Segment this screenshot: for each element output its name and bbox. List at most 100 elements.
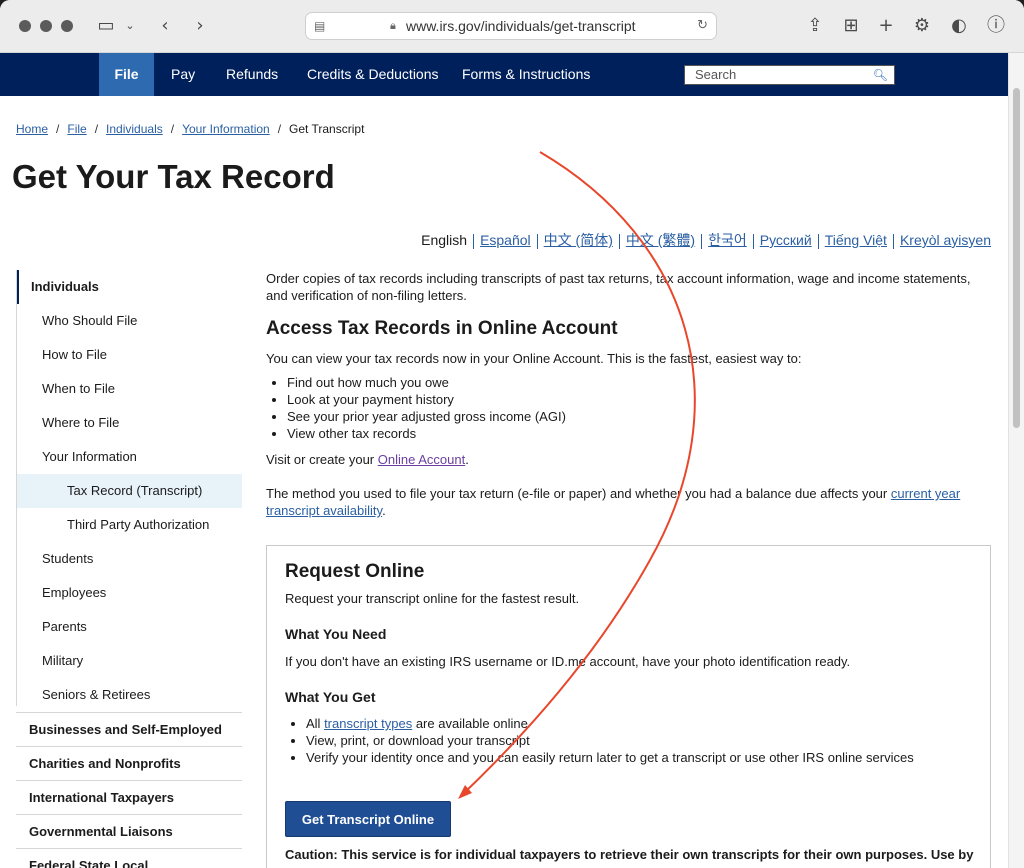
intro-text: Order copies of tax records including tr… [266, 271, 971, 303]
language-separator [817, 233, 819, 249]
sidebar-item-your-information[interactable]: Your Information [16, 440, 242, 474]
method-prefix: The method you used to file your tax ret… [266, 486, 891, 501]
get-transcript-online-button[interactable]: Get Transcript Online [285, 801, 451, 837]
list-item: All transcript types are available onlin… [306, 715, 914, 732]
sidebar-item-individuals[interactable]: Individuals [16, 270, 242, 304]
sidebar-item-tax-record-transcript[interactable]: Tax Record (Transcript) [16, 474, 242, 508]
list-item: View other tax records [287, 425, 566, 442]
nav-pay[interactable]: Pay [171, 53, 195, 96]
what-you-get-heading: What You Get [285, 689, 376, 705]
breadcrumb-your-information[interactable]: Your Information [182, 122, 270, 136]
bullet-prefix: All [306, 716, 325, 731]
language-separator [701, 233, 703, 249]
method-suffix: . [382, 503, 386, 518]
request-online-subtitle: Request your transcript online for the f… [285, 591, 580, 606]
caution-text: Caution: This service is for individual … [285, 847, 974, 862]
language-link-russian[interactable]: Русский [760, 232, 812, 248]
page-scrollbar[interactable] [1008, 53, 1024, 868]
list-item: See your prior year adjusted gross incom… [287, 408, 566, 425]
breadcrumb-separator: / [170, 122, 175, 136]
gear-icon[interactable]: ⚙ [910, 14, 934, 38]
back-arrow-icon[interactable]: ‹ [154, 14, 176, 38]
lock-icon: 🔒︎ [390, 19, 396, 32]
address-bar[interactable]: ▤ 🔒︎ www.irs.gov/individuals/get-transcr… [305, 12, 717, 40]
sidebar-item-third-party-authorization[interactable]: Third Party Authorization [16, 508, 242, 542]
sidebar-item-governmental-liaisons[interactable]: Governmental Liaisons [16, 814, 242, 848]
sidebar-item-employees[interactable]: Employees [16, 576, 242, 610]
language-link-haitian-creole[interactable]: Kreyòl ayisyen [900, 232, 991, 248]
online-account-list: Find out how much you owe Look at your p… [266, 374, 566, 442]
list-item: Find out how much you owe [287, 374, 566, 391]
online-account-link[interactable]: Online Account [378, 452, 465, 467]
what-you-need-heading: What You Need [285, 626, 387, 642]
language-link-spanish[interactable]: Español [480, 232, 531, 248]
sidebar-item-who-should-file[interactable]: Who Should File [16, 304, 242, 338]
visit-prefix: Visit or create your [266, 452, 378, 467]
breadcrumb-file[interactable]: File [67, 122, 86, 136]
request-online-heading: Request Online [285, 561, 425, 582]
what-you-get-list: All transcript types are available onlin… [285, 715, 914, 766]
language-link-chinese-simplified[interactable]: 中文 (简体) [544, 232, 613, 248]
transcript-types-link[interactable]: transcript types [324, 716, 412, 731]
sidebar-item-where-to-file[interactable]: Where to File [16, 406, 242, 440]
share-icon[interactable]: ⇪ [803, 14, 827, 38]
sidebar-item-businesses-self-employed[interactable]: Businesses and Self-Employed [16, 712, 242, 746]
list-item: View, print, or download your transcript [306, 732, 914, 749]
nav-refunds[interactable]: Refunds [226, 53, 278, 96]
sidebar-divider [16, 270, 17, 706]
scrollbar-thumb[interactable] [1013, 88, 1020, 428]
sidebar-item-international-taxpayers[interactable]: International Taxpayers [16, 780, 242, 814]
close-window-dot[interactable] [19, 20, 31, 32]
shield-icon[interactable]: ◐ [947, 14, 971, 38]
online-account-text: You can view your tax records now in you… [266, 351, 802, 366]
language-separator [618, 233, 620, 249]
breadcrumb-separator: / [94, 122, 99, 136]
sidebar-item-students[interactable]: Students [16, 542, 242, 576]
browser-window: ▭ ⌄ ‹ › ▤ 🔒︎ www.irs.gov/individuals/get… [0, 0, 1024, 868]
breadcrumb-separator: / [56, 122, 60, 136]
breadcrumb-home[interactable]: Home [16, 122, 48, 136]
search-placeholder: Search [695, 67, 737, 82]
zoom-window-dot[interactable] [61, 20, 73, 32]
reader-mode-icon[interactable]: ▤ [314, 13, 325, 39]
language-separator [473, 233, 475, 249]
minimize-window-dot[interactable] [40, 20, 52, 32]
new-tab-icon[interactable]: + [874, 14, 898, 38]
forward-arrow-icon[interactable]: › [189, 14, 211, 38]
sidebar-item-military[interactable]: Military [16, 644, 242, 678]
nav-file[interactable]: File [99, 53, 154, 96]
info-icon[interactable]: ⓘ [984, 14, 1008, 38]
what-you-need-text: If you don't have an existing IRS userna… [285, 654, 851, 669]
url-text: www.irs.gov/individuals/get-transcript [406, 18, 636, 34]
nav-forms-instructions[interactable]: Forms & Instructions [462, 53, 590, 96]
breadcrumb-current: Get Transcript [289, 122, 365, 136]
sidebar-item-charities-nonprofits[interactable]: Charities and Nonprofits [16, 746, 242, 780]
sidebar-item-seniors-retirees[interactable]: Seniors & Retirees [16, 678, 242, 712]
search-input[interactable]: Search 🔍︎ [684, 65, 895, 85]
nav-credits-deductions[interactable]: Credits & Deductions [307, 53, 439, 96]
breadcrumb-separator: / [277, 122, 282, 136]
reload-icon[interactable]: ↻ [697, 13, 708, 39]
breadcrumb-individuals[interactable]: Individuals [106, 122, 163, 136]
sidebar-item-how-to-file[interactable]: How to File [16, 338, 242, 372]
sidebar-item-when-to-file[interactable]: When to File [16, 372, 242, 406]
language-current: English [421, 232, 468, 248]
language-link-korean[interactable]: 한국어 [708, 232, 747, 248]
language-separator [752, 233, 754, 249]
tab-overview-icon[interactable]: ⊞ [839, 14, 863, 38]
sidebar-toggle-icon[interactable]: ▭ [94, 14, 118, 38]
search-icon[interactable]: 🔍︎ [873, 66, 888, 84]
site-header-nav: File Pay Refunds Credits & Deductions Fo… [0, 53, 1008, 96]
language-link-chinese-traditional[interactable]: 中文 (繁體) [626, 232, 695, 248]
page-title: Get Your Tax Record [12, 158, 335, 195]
online-account-heading: Access Tax Records in Online Account [266, 318, 618, 339]
language-separator [536, 233, 538, 249]
method-text: The method you used to file your tax ret… [266, 485, 986, 519]
visit-online-account-text: Visit or create your Online Account. [266, 451, 469, 468]
sidebar-item-parents[interactable]: Parents [16, 610, 242, 644]
sidebar-item-federal-state-local[interactable]: Federal State Local [16, 848, 242, 868]
language-separator [892, 233, 894, 249]
language-link-vietnamese[interactable]: Tiếng Việt [825, 232, 887, 248]
visit-suffix: . [465, 452, 469, 467]
chevron-down-icon[interactable]: ⌄ [122, 14, 138, 38]
